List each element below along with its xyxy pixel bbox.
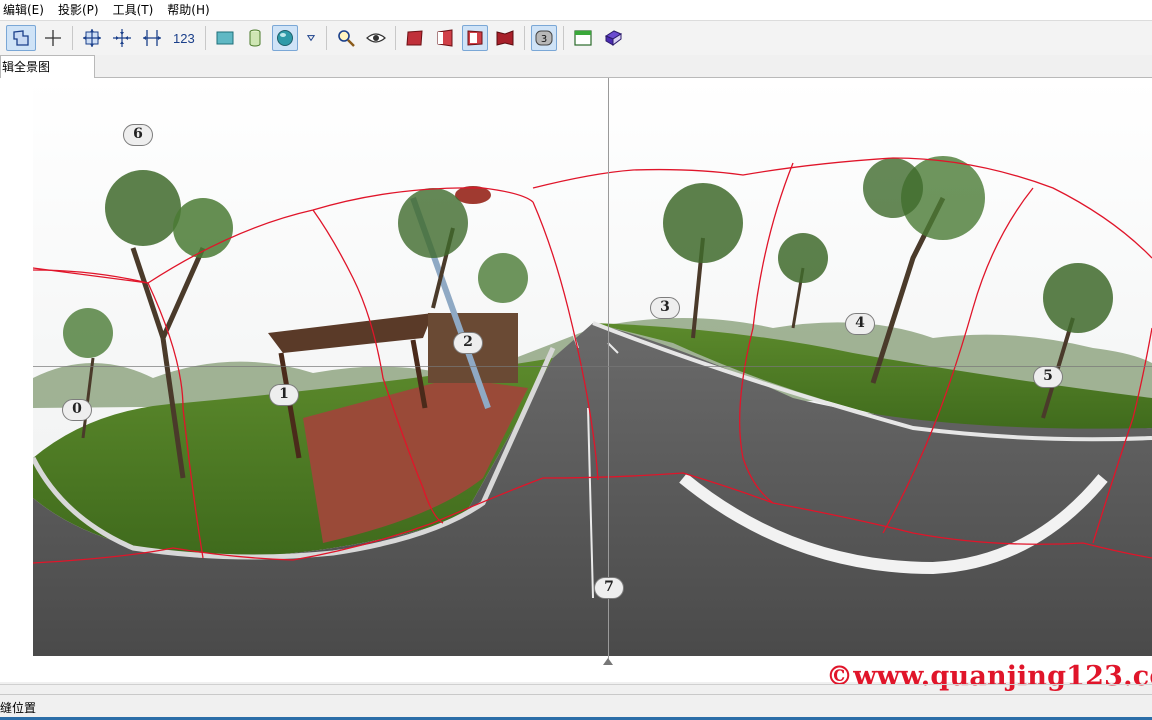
polygon-select-icon (13, 30, 29, 46)
toolbar-separator (394, 26, 396, 50)
move-arrows-icon (83, 29, 101, 47)
horizon-guide-line (33, 366, 1152, 367)
crosshair-icon (45, 30, 61, 46)
zoom-button[interactable] (333, 25, 359, 51)
layer-3-button[interactable]: 3 (530, 25, 557, 51)
image-marker-5[interactable]: 5 (1033, 366, 1063, 388)
toolbar: 123 3 (0, 21, 1152, 55)
menu-tools[interactable]: 工具(T) (106, 0, 161, 21)
toolbar-separator (523, 26, 525, 50)
window-button[interactable] (570, 25, 596, 51)
image-marker-3[interactable]: 3 (650, 297, 680, 319)
image-marker-2[interactable]: 2 (453, 332, 483, 354)
image-warp-button-1[interactable] (402, 25, 428, 51)
crosshair-button[interactable] (40, 25, 66, 51)
image-marker-4[interactable]: 4 (845, 313, 875, 335)
image-warp-button-3[interactable] (461, 25, 488, 51)
red-panel-icon (437, 29, 453, 47)
toolbar-separator (325, 26, 327, 50)
watermark: ©www.quanjing123.co (826, 661, 1152, 692)
red-panel-icon (467, 30, 483, 46)
center-arrows-icon (113, 29, 131, 47)
tab-edit-panorama[interactable]: 辑全景图 (0, 55, 95, 78)
image-marker-0[interactable]: 0 (62, 399, 92, 421)
image-marker-6[interactable]: 6 (123, 124, 153, 146)
red-panel-icon (496, 30, 514, 46)
book-icon (604, 30, 622, 46)
straighten-button[interactable] (139, 25, 165, 51)
cylindrical-projection-button[interactable] (242, 25, 268, 51)
menu-bar: 编辑(E) 投影(P) 工具(T) 帮助(H) (0, 0, 1152, 21)
straighten-icon (143, 30, 161, 46)
eye-icon (365, 33, 386, 43)
status-text: 缝位置 (0, 701, 37, 715)
preview-button[interactable] (363, 25, 389, 51)
red-panel-icon (406, 30, 423, 46)
tab-strip: 辑全景图 (0, 55, 1152, 78)
edit-control-points-button[interactable] (6, 25, 36, 51)
window-icon (574, 30, 592, 46)
center-button[interactable] (109, 25, 135, 51)
panorama-workspace[interactable]: 0 1 2 3 4 5 6 7 ©www.quanjing123.co (0, 78, 1152, 692)
numbered-badge-icon: 3 (535, 30, 553, 46)
numbers-button[interactable]: 123 (169, 25, 199, 51)
image-warp-button-4[interactable] (492, 25, 518, 51)
cylinder-icon (249, 29, 261, 47)
image-marker-7[interactable]: 7 (594, 577, 624, 599)
menu-edit[interactable]: 编辑(E) (0, 0, 51, 21)
workspace-divider (0, 684, 1152, 685)
triangle-down-icon (306, 35, 315, 42)
help-book-button[interactable] (600, 25, 626, 51)
status-bar: 缝位置 (0, 694, 1152, 720)
move-button[interactable] (79, 25, 105, 51)
center-handle[interactable] (603, 658, 613, 665)
rectilinear-projection-button[interactable] (212, 25, 238, 51)
rectangle-projection-icon (216, 31, 234, 45)
sphere-icon (276, 30, 293, 46)
magnifier-icon (337, 30, 355, 47)
toolbar-separator (562, 26, 564, 50)
vertical-guide-line (608, 78, 609, 661)
toolbar-separator (204, 26, 206, 50)
projection-dropdown-button[interactable] (302, 25, 320, 51)
spherical-projection-button[interactable] (271, 25, 298, 51)
image-marker-1[interactable]: 1 (269, 384, 299, 406)
panorama-preview[interactable] (33, 78, 1152, 656)
toolbar-separator (72, 26, 73, 50)
app-window: 编辑(E) 投影(P) 工具(T) 帮助(H) 123 3 辑全景图 0 1 2… (0, 0, 1152, 720)
menu-help[interactable]: 帮助(H) (160, 0, 216, 21)
svg-text:3: 3 (541, 34, 547, 45)
menu-projection[interactable]: 投影(P) (51, 0, 106, 21)
image-warp-button-2[interactable] (432, 25, 458, 51)
